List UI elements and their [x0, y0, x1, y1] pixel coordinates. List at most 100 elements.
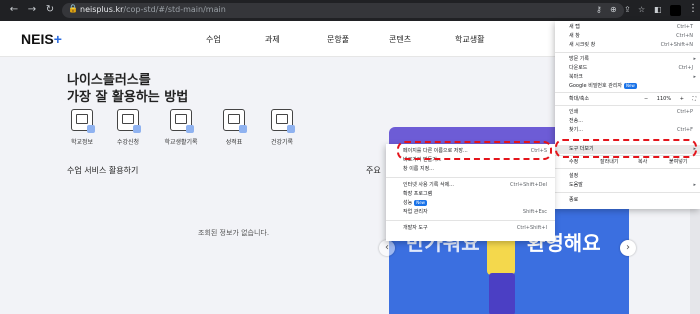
menu-shortcut: Ctrl+N	[676, 33, 693, 39]
submenu-shortcut: Ctrl+Shift+I	[516, 225, 547, 231]
submenu-shortcut: Ctrl+Shift+Del	[510, 182, 547, 188]
service-health-record[interactable]: 건강기록	[262, 109, 302, 146]
carousel-prev-icon[interactable]: ‹	[379, 240, 395, 256]
submenu-item-task-manager[interactable]: 작업 관리자 Shift+Esc	[386, 208, 555, 217]
highlight-more-tools	[555, 139, 697, 158]
browser-toolbar: ← → ↻ 🔒 neisplus.kr/cop-std/#/std-main/m…	[0, 0, 700, 21]
service-label: 성적표	[225, 139, 243, 146]
menu-divider	[555, 52, 700, 53]
menu-label: 북마크	[569, 74, 583, 80]
submenu-item-name-window[interactable]: 창 이름 지정...	[386, 165, 555, 174]
forward-arrow-icon[interactable]: →	[26, 4, 38, 16]
submenu-shortcut: Shift+Esc	[522, 209, 547, 215]
menu-item-downloads[interactable]: 다운로드 Ctrl+J	[555, 64, 700, 73]
menu-divider	[555, 168, 700, 169]
site-logo[interactable]: NEIS+	[21, 31, 62, 47]
back-arrow-icon[interactable]: ←	[8, 4, 20, 16]
menu-label: Google 비밀번호 관리자 New	[569, 82, 637, 91]
menu-label: 다운로드	[569, 65, 588, 71]
submenu-item-extensions[interactable]: 확장 프로그램	[386, 190, 555, 199]
menu-item-incognito[interactable]: 새 시크릿 창 Ctrl+Shift+N	[555, 41, 700, 50]
menu-divider	[555, 92, 700, 93]
service-label: 학교생활기록	[164, 139, 198, 146]
screen: ← → ↻ 🔒 neisplus.kr/cop-std/#/std-main/m…	[0, 0, 700, 314]
menu-item-bookmarks[interactable]: 북마크 ▸	[555, 73, 700, 82]
chrome-main-menu: 새 탭 Ctrl+T 새 창 Ctrl+N 새 시크릿 창 Ctrl+Shift+N …	[555, 21, 700, 209]
nav-item-assignment[interactable]: 과제	[265, 34, 280, 45]
nav-item-question-pool[interactable]: 문항풀	[327, 34, 349, 45]
service-label: 학교정보	[70, 139, 94, 146]
share-icon[interactable]: ⇪	[624, 5, 631, 14]
reload-icon[interactable]: ↻	[44, 4, 56, 16]
menu-item-exit[interactable]: 종료	[555, 196, 700, 205]
menu-label: 확대/축소	[569, 96, 590, 102]
more-vert-icon[interactable]: ⋮	[688, 3, 698, 14]
menu-label: 찾기...	[569, 127, 583, 133]
menu-label: 설정	[569, 173, 579, 179]
service-enrollment[interactable]: 수강신청	[108, 109, 148, 146]
extension-icon[interactable]: ◧	[654, 5, 662, 14]
zoom-in-button[interactable]: +	[680, 95, 684, 104]
nav-item-school-life[interactable]: 학교생활	[455, 34, 484, 45]
service-report-card[interactable]: 성적표	[214, 109, 254, 146]
service-label: 수강신청	[116, 139, 140, 146]
submenu-item-developer-tools[interactable]: 개발자 도구 Ctrl+Shift+I	[386, 224, 555, 233]
zoom-out-button[interactable]: −	[644, 95, 648, 104]
submenu-label: 작업 관리자	[403, 209, 428, 215]
url-path: /cop-std/#/std-main/main	[123, 5, 226, 14]
paste-button[interactable]: 붙여넣기	[669, 158, 687, 167]
health-record-icon	[271, 109, 295, 133]
menu-item-history[interactable]: 방문 기록 ▸	[555, 55, 700, 64]
highlight-save-page-as	[397, 141, 552, 160]
new-badge: New	[414, 199, 427, 206]
menu-divider	[555, 105, 700, 106]
submenu-item-clear-browsing-data[interactable]: 인터넷 사용 기록 삭제... Ctrl+Shift+Del	[386, 181, 555, 190]
menu-item-print[interactable]: 인쇄 Ctrl+P	[555, 108, 700, 117]
copy-button[interactable]: 복사	[638, 158, 647, 167]
chevron-right-icon: ▸	[693, 182, 696, 188]
menu-label: 새 창	[569, 33, 580, 39]
service-school-record[interactable]: 학교생활기록	[161, 109, 201, 146]
enrollment-icon	[117, 109, 141, 133]
menu-item-help[interactable]: 도움말 ▸	[555, 181, 700, 190]
url-text: neisplus.kr/cop-std/#/std-main/main	[80, 5, 226, 14]
cut-button[interactable]: 잘라내기	[600, 158, 618, 167]
service-label: 건강기록	[270, 139, 294, 146]
menu-item-settings[interactable]: 설정	[555, 172, 700, 181]
logo-text: NEIS	[21, 31, 54, 47]
submenu-label: 인터넷 사용 기록 삭제...	[403, 182, 454, 188]
service-school-info[interactable]: 학교정보	[62, 109, 102, 146]
menu-item-find[interactable]: 찾기... Ctrl+F	[555, 126, 700, 135]
record-edit-icon	[170, 109, 194, 133]
key-icon[interactable]: ⚷	[596, 5, 602, 14]
nav-item-contents[interactable]: 콘텐츠	[389, 34, 411, 45]
menu-item-new-window[interactable]: 새 창 Ctrl+N	[555, 32, 700, 41]
carousel-next-icon[interactable]: ›	[620, 240, 636, 256]
hero-title-line1: 나이스플러스를	[67, 73, 151, 88]
submenu-label: 개발자 도구	[403, 225, 428, 231]
menu-label: 새 시크릿 창	[569, 42, 596, 48]
profile-icon[interactable]	[670, 5, 681, 16]
menu-item-cast[interactable]: 전송...	[555, 117, 700, 126]
menu-shortcut: Ctrl+F	[677, 127, 693, 133]
submenu-label-text: 성능	[403, 200, 413, 206]
nav-item-class[interactable]: 수업	[206, 34, 221, 45]
fullscreen-icon[interactable]: ⛶	[692, 95, 696, 104]
submenu-item-performance[interactable]: 성능 New	[386, 199, 555, 208]
menu-shortcut: Ctrl+Shift+N	[660, 42, 693, 48]
new-badge: New	[624, 82, 637, 89]
menu-item-edit: 수정 잘라내기 복사 붙여넣기	[555, 158, 700, 167]
submenu-label: 성능 New	[403, 199, 427, 208]
menu-label: 새 탭	[569, 24, 580, 30]
menu-label: 방문 기록	[569, 56, 589, 62]
character-legs	[489, 273, 515, 314]
zoom-level: 110%	[656, 96, 672, 102]
lock-icon[interactable]: 🔒	[68, 4, 78, 13]
address-bar[interactable]: 🔒 neisplus.kr/cop-std/#/std-main/main	[62, 3, 624, 18]
menu-item-zoom: 확대/축소 − 110% + ⛶	[555, 95, 700, 104]
star-icon[interactable]: ☆	[638, 5, 645, 14]
menu-item-password-manager[interactable]: Google 비밀번호 관리자 New	[555, 82, 700, 91]
menu-item-new-tab[interactable]: 새 탭 Ctrl+T	[555, 23, 700, 32]
hero-title: 나이스플러스를 가장 잘 활용하는 방법	[67, 72, 188, 106]
zoom-icon[interactable]: ⊕	[610, 5, 617, 14]
